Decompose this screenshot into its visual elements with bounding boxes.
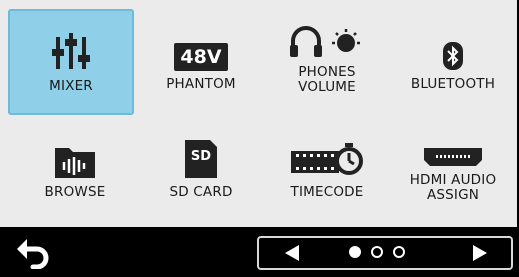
tile-label-line2: ASSIGN [426, 187, 480, 203]
phantom-48v-icon: 48V [174, 9, 228, 71]
page-dot-active [349, 246, 361, 258]
tile-phones-volume[interactable]: PHONES VOLUME [264, 9, 390, 115]
page-navigator [257, 236, 513, 270]
tile-label: BLUETOOTH [410, 76, 496, 92]
bluetooth-icon [442, 9, 464, 71]
tile-label: MIXER [49, 78, 93, 94]
tile-bluetooth[interactable]: BLUETOOTH [390, 9, 516, 115]
tile-label-line1: PHONES [298, 64, 356, 80]
tile-label: PHONES VOLUME [298, 65, 356, 95]
next-page-button[interactable] [455, 238, 505, 268]
phantom-badge: 48V [174, 43, 228, 71]
sd-card-icon: SD [184, 117, 218, 179]
tile-mixer[interactable]: MIXER [8, 9, 134, 115]
tile-label: PHANTOM [166, 76, 236, 92]
tile-label: SD CARD [169, 184, 233, 200]
bottom-bar [0, 227, 519, 277]
tile-label: HDMI AUDIO ASSIGN [410, 173, 497, 203]
right-arrow-icon [473, 245, 487, 261]
page-indicator [349, 246, 405, 258]
tile-browse[interactable]: BROWSE [12, 117, 138, 223]
tile-hdmi-audio-assign[interactable]: HDMI AUDIO ASSIGN [390, 117, 516, 223]
hdmi-connector-icon [423, 117, 483, 167]
tile-label-line1: HDMI AUDIO [409, 172, 497, 188]
mixer-faders-icon [51, 11, 91, 73]
back-button[interactable] [12, 233, 54, 273]
timecode-icon [289, 117, 365, 179]
tile-label: TIMECODE [290, 184, 364, 200]
tile-label-line2: VOLUME [298, 79, 356, 95]
tile-phantom[interactable]: 48V PHANTOM [138, 9, 264, 115]
page-dot [393, 246, 405, 258]
headphones-volume-icon [289, 9, 365, 59]
page-dot [371, 246, 383, 258]
menu-grid: MIXER 48V PHANTOM PHONES VOLUME BLUETOOT… [0, 0, 519, 227]
left-arrow-icon [285, 245, 299, 261]
previous-page-button[interactable] [267, 238, 317, 268]
home-screen: MIXER 48V PHANTOM PHONES VOLUME BLUETOOT… [0, 0, 519, 277]
tile-label: BROWSE [44, 184, 106, 200]
tile-sd-card[interactable]: SD SD CARD [138, 117, 264, 223]
folder-waveform-icon [54, 117, 96, 179]
tile-timecode[interactable]: TIMECODE [264, 117, 390, 223]
back-arrow-icon [17, 239, 49, 269]
sd-card-badge: SD [190, 149, 212, 164]
